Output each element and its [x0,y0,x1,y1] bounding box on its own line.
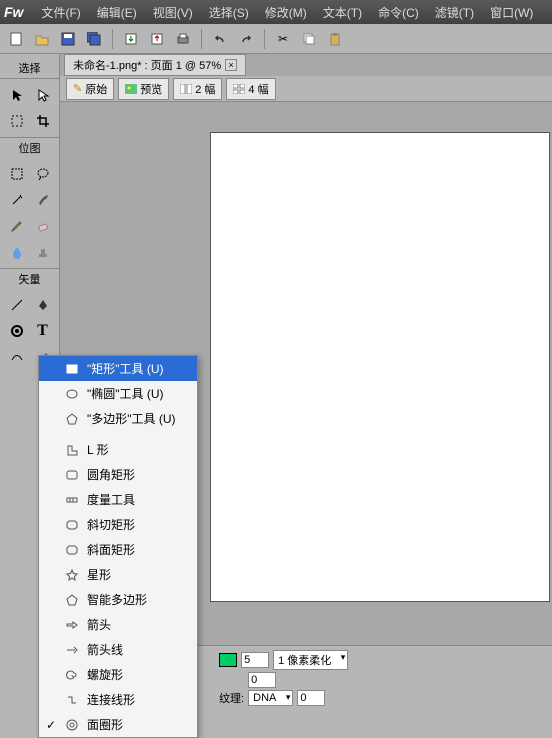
brush-tool-icon[interactable] [31,188,55,212]
wand-tool-icon[interactable] [5,188,29,212]
lasso-tool-icon[interactable] [31,162,55,186]
flyout-bevel-rect[interactable]: 斜切矩形 [39,512,197,537]
flyout-donut[interactable]: ✓面圈形 [39,712,197,737]
shape-tool-flyout: "矩形"工具 (U) "椭圆"工具 (U) "多边形"工具 (U) L 形 圆角… [38,355,198,738]
save-icon[interactable] [58,29,78,49]
freeform-tool-icon[interactable] [5,345,29,369]
pencil-tool-icon[interactable] [5,214,29,238]
bitmap-section-label: 位图 [0,137,59,158]
flyout-ellipse[interactable]: "椭圆"工具 (U) [39,381,197,406]
toolbar-separator [264,29,265,49]
undo-icon[interactable] [210,29,230,49]
import-icon[interactable] [121,29,141,49]
stroke-soft-dropdown[interactable]: 1 像素柔化 [273,650,348,670]
text-tool-icon[interactable]: T [31,319,55,343]
new-icon[interactable] [6,29,26,49]
subselect-tool-icon[interactable] [31,83,55,107]
save-all-icon[interactable] [84,29,104,49]
menu-view[interactable]: 视图(V) [147,2,199,23]
marquee-tool-icon[interactable] [5,162,29,186]
view-original-button[interactable]: ✎原始 [66,78,114,100]
toolbar-separator [201,29,202,49]
stamp-tool-icon[interactable] [31,240,55,264]
flyout-lshape[interactable]: L 形 [39,437,197,462]
eraser-tool-icon[interactable] [31,214,55,238]
main-toolbar: ✂ [0,24,552,54]
stroke-width-field[interactable]: 5 [241,652,269,668]
titlebar: Fw 文件(F) 编辑(E) 视图(V) 选择(S) 修改(M) 文本(T) 命… [0,0,552,24]
tab-title: 未命名-1.png* : 页面 1 @ 57% [73,57,221,73]
toolbar-separator [112,29,113,49]
menu-text[interactable]: 文本(T) [317,2,368,23]
open-icon[interactable] [32,29,52,49]
document-tabs: 未命名-1.png* : 页面 1 @ 57% × [60,54,552,76]
copy-icon[interactable] [299,29,319,49]
flyout-smart-polygon[interactable]: 智能多边形 [39,587,197,612]
document-tab[interactable]: 未命名-1.png* : 页面 1 @ 57% × [64,54,246,76]
texture2-label: 纹理: [219,690,244,706]
stroke-color-swatch[interactable] [219,653,237,667]
menu-window[interactable]: 窗口(W) [484,2,539,23]
flyout-measure[interactable]: 度量工具 [39,487,197,512]
view-4up-button[interactable]: 4 幅 [226,78,275,100]
flyout-polygon[interactable]: "多边形"工具 (U) [39,406,197,431]
flyout-chamfer-rect[interactable]: 斜面矩形 [39,537,197,562]
menu-edit[interactable]: 编辑(E) [91,2,143,23]
menu-select[interactable]: 选择(S) [203,2,255,23]
texture2-value-field[interactable]: 0 [297,690,325,706]
select-section-label: 选择 [0,58,59,79]
menu-filter[interactable]: 滤镜(T) [429,2,480,23]
flyout-arrow[interactable]: 箭头 [39,612,197,637]
flyout-star[interactable]: 星形 [39,562,197,587]
flyout-arrow-line[interactable]: 箭头线 [39,637,197,662]
line-tool-icon[interactable] [5,293,29,317]
shape-tool-icon[interactable] [5,319,29,343]
menu-file[interactable]: 文件(F) [35,2,86,23]
app-logo: Fw [4,4,23,20]
cut-icon[interactable]: ✂ [273,29,293,49]
print-icon[interactable] [173,29,193,49]
view-bar: ✎原始 预览 2 幅 4 幅 [60,76,552,102]
redo-icon[interactable] [236,29,256,49]
stroke-edge-field[interactable]: 0 [248,672,276,688]
pointer-tool-icon[interactable] [5,83,29,107]
view-2up-button[interactable]: 2 幅 [173,78,222,100]
flyout-connector[interactable]: 连接线形 [39,687,197,712]
canvas[interactable] [210,132,550,602]
blur-tool-icon[interactable] [5,240,29,264]
vector-section-label: 矢量 [0,268,59,289]
menu-command[interactable]: 命令(C) [372,2,425,23]
view-preview-button[interactable]: 预览 [118,78,169,100]
flyout-rounded-rect[interactable]: 圆角矩形 [39,462,197,487]
export-icon[interactable] [147,29,167,49]
crop-tool-icon[interactable] [31,109,55,133]
pen-tool-icon[interactable] [31,293,55,317]
flyout-spiral[interactable]: 螺旋形 [39,662,197,687]
main-menu: 文件(F) 编辑(E) 视图(V) 选择(S) 修改(M) 文本(T) 命令(C… [35,2,539,23]
close-tab-icon[interactable]: × [225,59,237,71]
menu-modify[interactable]: 修改(M) [259,2,313,23]
flyout-rectangle[interactable]: "矩形"工具 (U) [39,356,197,381]
scale-tool-icon[interactable] [5,109,29,133]
paste-icon[interactable] [325,29,345,49]
texture2-dropdown[interactable]: DNA [248,690,293,706]
